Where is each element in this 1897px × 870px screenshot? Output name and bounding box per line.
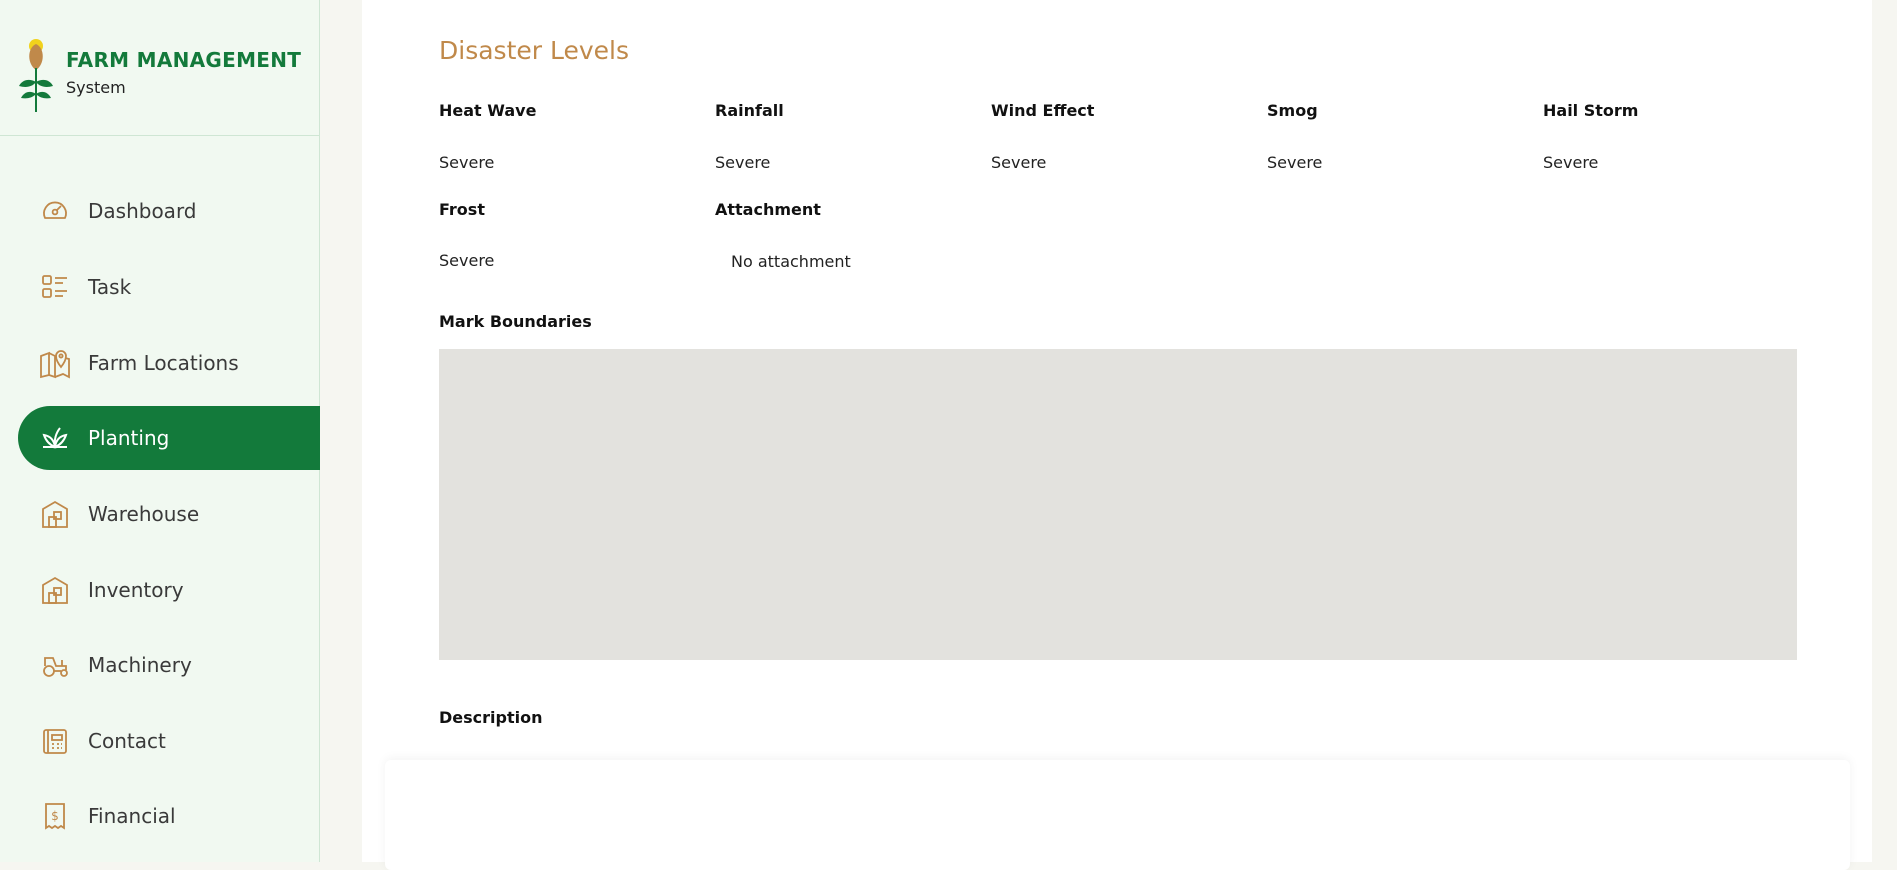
tractor-icon (38, 648, 72, 682)
rainfall-label: Rainfall (715, 101, 784, 120)
sidebar-item-label: Financial (88, 804, 176, 828)
sidebar-item-label: Warehouse (88, 502, 200, 526)
hail-storm-value: Severe (1543, 153, 1599, 172)
sidebar-item-dashboard[interactable]: Dashboard (18, 179, 320, 243)
app-title: FARM MANAGEMENT (66, 48, 302, 72)
boundaries-map[interactable] (439, 349, 1797, 660)
sidebar-item-label: Task (88, 275, 132, 299)
frost-value: Severe (439, 251, 495, 270)
warehouse-icon (38, 497, 72, 531)
sidebar-item-label: Inventory (88, 578, 184, 602)
sidebar-item-label: Contact (88, 729, 166, 753)
sidebar-item-farm-locations[interactable]: Farm Locations (18, 331, 320, 395)
map-pin-icon (38, 346, 72, 380)
contact-icon (38, 724, 72, 758)
sidebar-item-label: Machinery (88, 653, 192, 677)
dashboard-icon (38, 194, 72, 228)
sidebar-item-contact[interactable]: Contact (18, 709, 320, 773)
frost-label: Frost (439, 200, 485, 219)
sidebar: FARM MANAGEMENT System Dashboard Task Fa… (0, 0, 320, 862)
app-subtitle: System (66, 78, 126, 97)
sidebar-item-machinery[interactable]: Machinery (18, 633, 320, 697)
heat-wave-label: Heat Wave (439, 101, 537, 120)
wind-effect-value: Severe (991, 153, 1047, 172)
plant-icon (38, 421, 72, 455)
sidebar-item-financial[interactable]: $ Financial (18, 784, 320, 848)
description-label: Description (439, 708, 543, 727)
description-field[interactable] (385, 760, 1850, 870)
mark-boundaries-label: Mark Boundaries (439, 312, 592, 331)
smog-label: Smog (1267, 101, 1318, 120)
attachment-value: No attachment (731, 252, 851, 271)
sidebar-item-warehouse[interactable]: Warehouse (18, 482, 320, 546)
sidebar-item-label: Farm Locations (88, 351, 239, 375)
sidebar-item-planting[interactable]: Planting (18, 406, 320, 470)
heat-wave-value: Severe (439, 153, 495, 172)
svg-text:$: $ (51, 809, 59, 823)
sidebar-item-inventory[interactable]: Inventory (18, 558, 320, 622)
wheat-logo-icon (19, 39, 53, 112)
inventory-icon (38, 573, 72, 607)
sidebar-item-label: Planting (88, 426, 170, 450)
rainfall-value: Severe (715, 153, 771, 172)
wind-effect-label: Wind Effect (991, 101, 1095, 120)
sidebar-item-label: Dashboard (88, 199, 197, 223)
sidebar-item-task[interactable]: Task (18, 255, 320, 319)
receipt-dollar-icon: $ (38, 799, 72, 833)
attachment-label: Attachment (715, 200, 821, 219)
smog-value: Severe (1267, 153, 1323, 172)
task-list-icon (38, 270, 72, 304)
section-title: Disaster Levels (439, 36, 629, 65)
logo-area: FARM MANAGEMENT System (0, 0, 320, 136)
hail-storm-label: Hail Storm (1543, 101, 1639, 120)
